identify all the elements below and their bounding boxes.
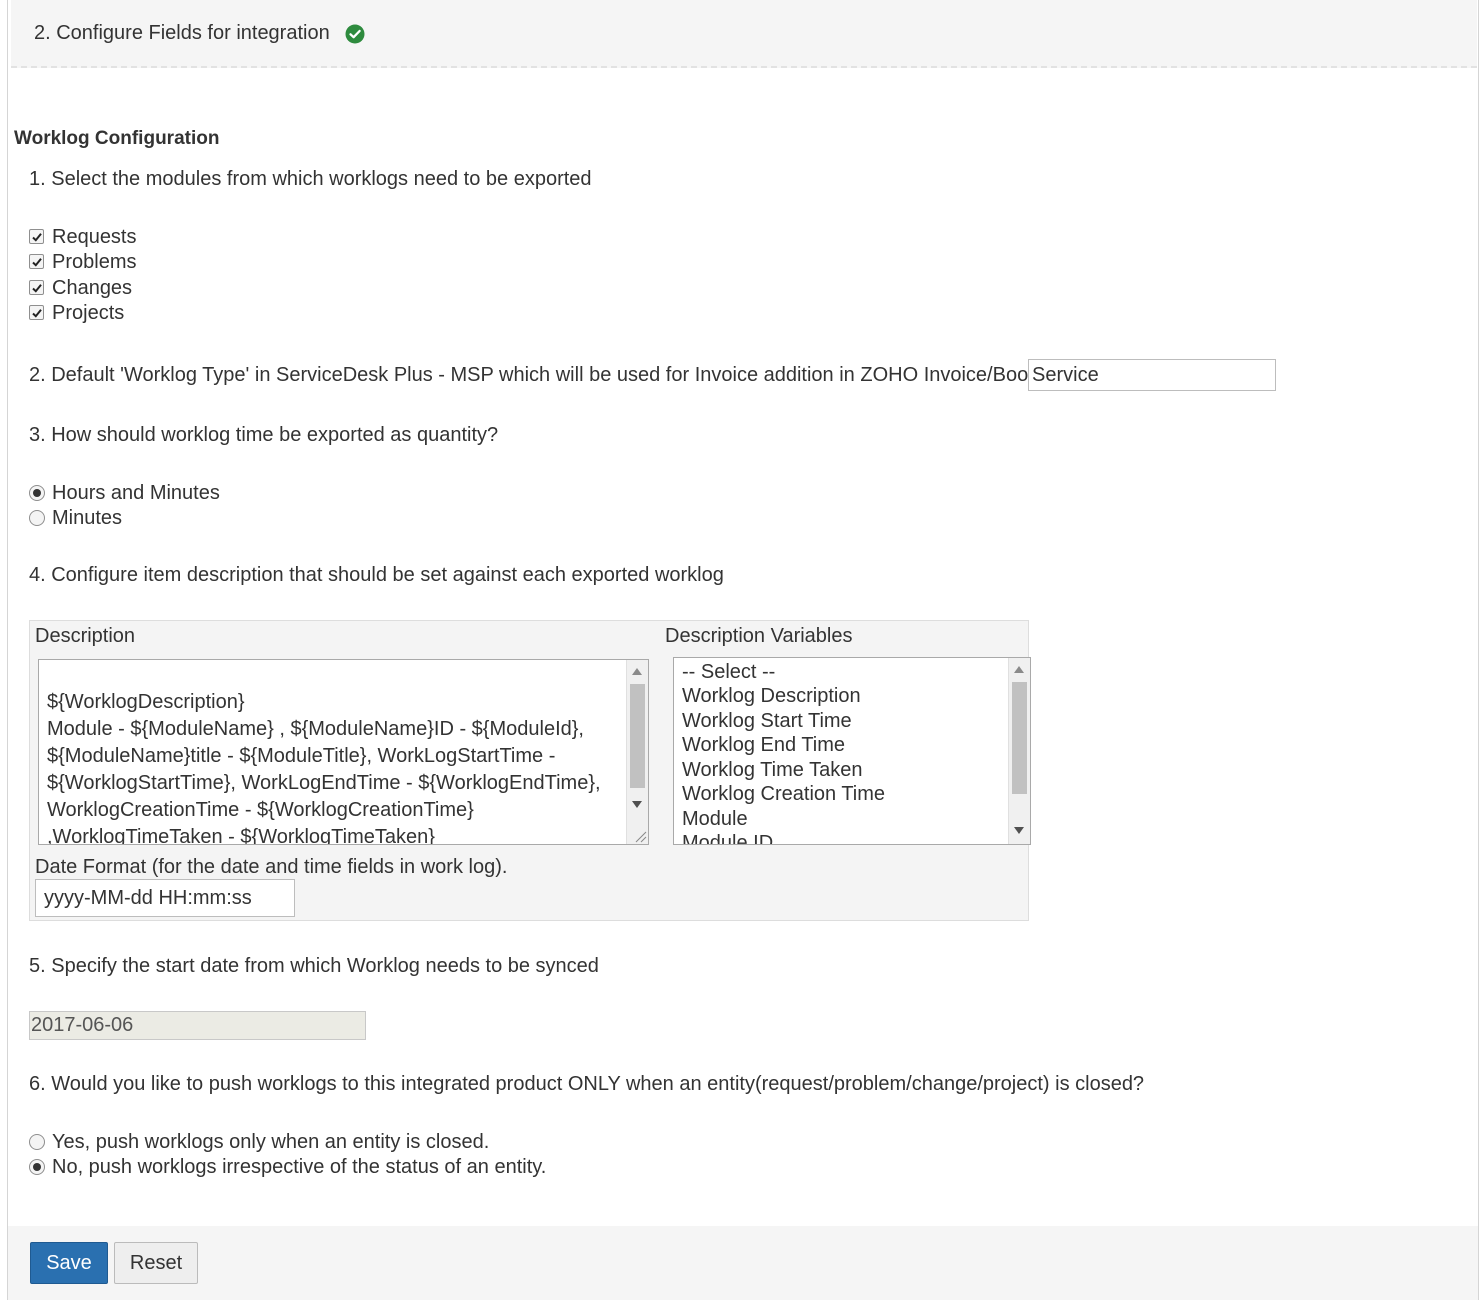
- list-option[interactable]: Module ID: [682, 832, 773, 844]
- list-option[interactable]: -- Select --: [682, 661, 775, 684]
- scroll-up-arrow-icon[interactable]: [1014, 666, 1024, 673]
- description-variables-list[interactable]: -- Select -- Worklog Description Worklog…: [673, 657, 1031, 845]
- list-option[interactable]: Worklog End Time: [682, 734, 845, 757]
- projects-checkbox[interactable]: [29, 305, 44, 320]
- radio-label: Minutes: [52, 507, 123, 529]
- list-option[interactable]: Worklog Time Taken: [682, 759, 862, 782]
- question-start-date: 5. Specify the start date from which Wor…: [29, 955, 599, 977]
- checkbox-label: Changes: [52, 277, 133, 299]
- date-format-label: Date Format (for the date and time field…: [35, 856, 508, 878]
- checkbox-label: Projects: [52, 302, 125, 324]
- checkmark-icon: [32, 284, 42, 293]
- resize-grip-icon[interactable]: [633, 829, 647, 843]
- check-circle-icon: [345, 24, 365, 44]
- radio-label: No, push worklogs irrespective of the st…: [52, 1156, 547, 1178]
- checkmark-icon: [32, 309, 42, 318]
- question-push-on-close: 6. Would you like to push worklogs to th…: [29, 1073, 1145, 1095]
- question-quantity: 3. How should worklog time be exported a…: [29, 424, 499, 446]
- push-closed-radio[interactable]: [29, 1134, 45, 1150]
- description-label: Description: [35, 625, 136, 647]
- problems-checkbox[interactable]: [29, 254, 44, 269]
- description-text: ${WorklogDescription} Module - ${ModuleN…: [47, 691, 601, 845]
- scroll-down-arrow-icon[interactable]: [1014, 827, 1024, 834]
- variables-scrollbar[interactable]: [1008, 658, 1030, 844]
- push-always-radio[interactable]: [29, 1159, 45, 1175]
- question-description: 4. Configure item description that shoul…: [29, 564, 724, 586]
- description-variables-label: Description Variables: [665, 625, 853, 647]
- start-date-input[interactable]: 2017-06-06: [29, 1011, 366, 1040]
- question-worklog-type: 2. Default 'Worklog Type' in ServiceDesk…: [29, 364, 1049, 386]
- scroll-down-arrow-icon[interactable]: [632, 801, 642, 808]
- list-option[interactable]: Worklog Description: [682, 685, 861, 708]
- checkbox-label: Requests: [52, 226, 137, 248]
- requests-checkbox[interactable]: [29, 229, 44, 244]
- integration-config-panel: 2. Configure Fields for integration Work…: [7, 0, 1479, 1300]
- radio-label: Hours and Minutes: [52, 482, 220, 504]
- save-button[interactable]: Save: [30, 1242, 108, 1284]
- hours-minutes-radio[interactable]: [29, 485, 45, 501]
- worklog-type-input[interactable]: [1028, 359, 1276, 391]
- question-modules: 1. Select the modules from which worklog…: [29, 168, 592, 190]
- step-title: 2. Configure Fields for integration: [34, 22, 330, 44]
- date-format-input[interactable]: [35, 879, 295, 917]
- description-scrollbar[interactable]: [626, 660, 648, 844]
- section-title: Worklog Configuration: [14, 128, 220, 149]
- scroll-thumb[interactable]: [630, 684, 645, 788]
- scroll-up-arrow-icon[interactable]: [632, 668, 642, 675]
- checkmark-icon: [32, 233, 42, 242]
- description-config-box: Description ${WorklogDescription} Module…: [29, 620, 1031, 921]
- checkmark-icon: [32, 258, 42, 267]
- list-option[interactable]: Worklog Start Time: [682, 710, 852, 733]
- list-option[interactable]: Module: [682, 808, 748, 831]
- changes-checkbox[interactable]: [29, 280, 44, 295]
- list-option[interactable]: Worklog Creation Time: [682, 783, 885, 806]
- form-footer: Save Reset: [8, 1226, 1478, 1300]
- minutes-radio[interactable]: [29, 510, 45, 526]
- checkbox-label: Problems: [52, 251, 137, 273]
- description-textarea[interactable]: ${WorklogDescription} Module - ${ModuleN…: [38, 659, 649, 845]
- reset-button[interactable]: Reset: [114, 1242, 198, 1284]
- scroll-thumb[interactable]: [1012, 682, 1027, 794]
- step-header: 2. Configure Fields for integration: [11, 0, 1477, 68]
- radio-label: Yes, push worklogs only when an entity i…: [52, 1131, 490, 1153]
